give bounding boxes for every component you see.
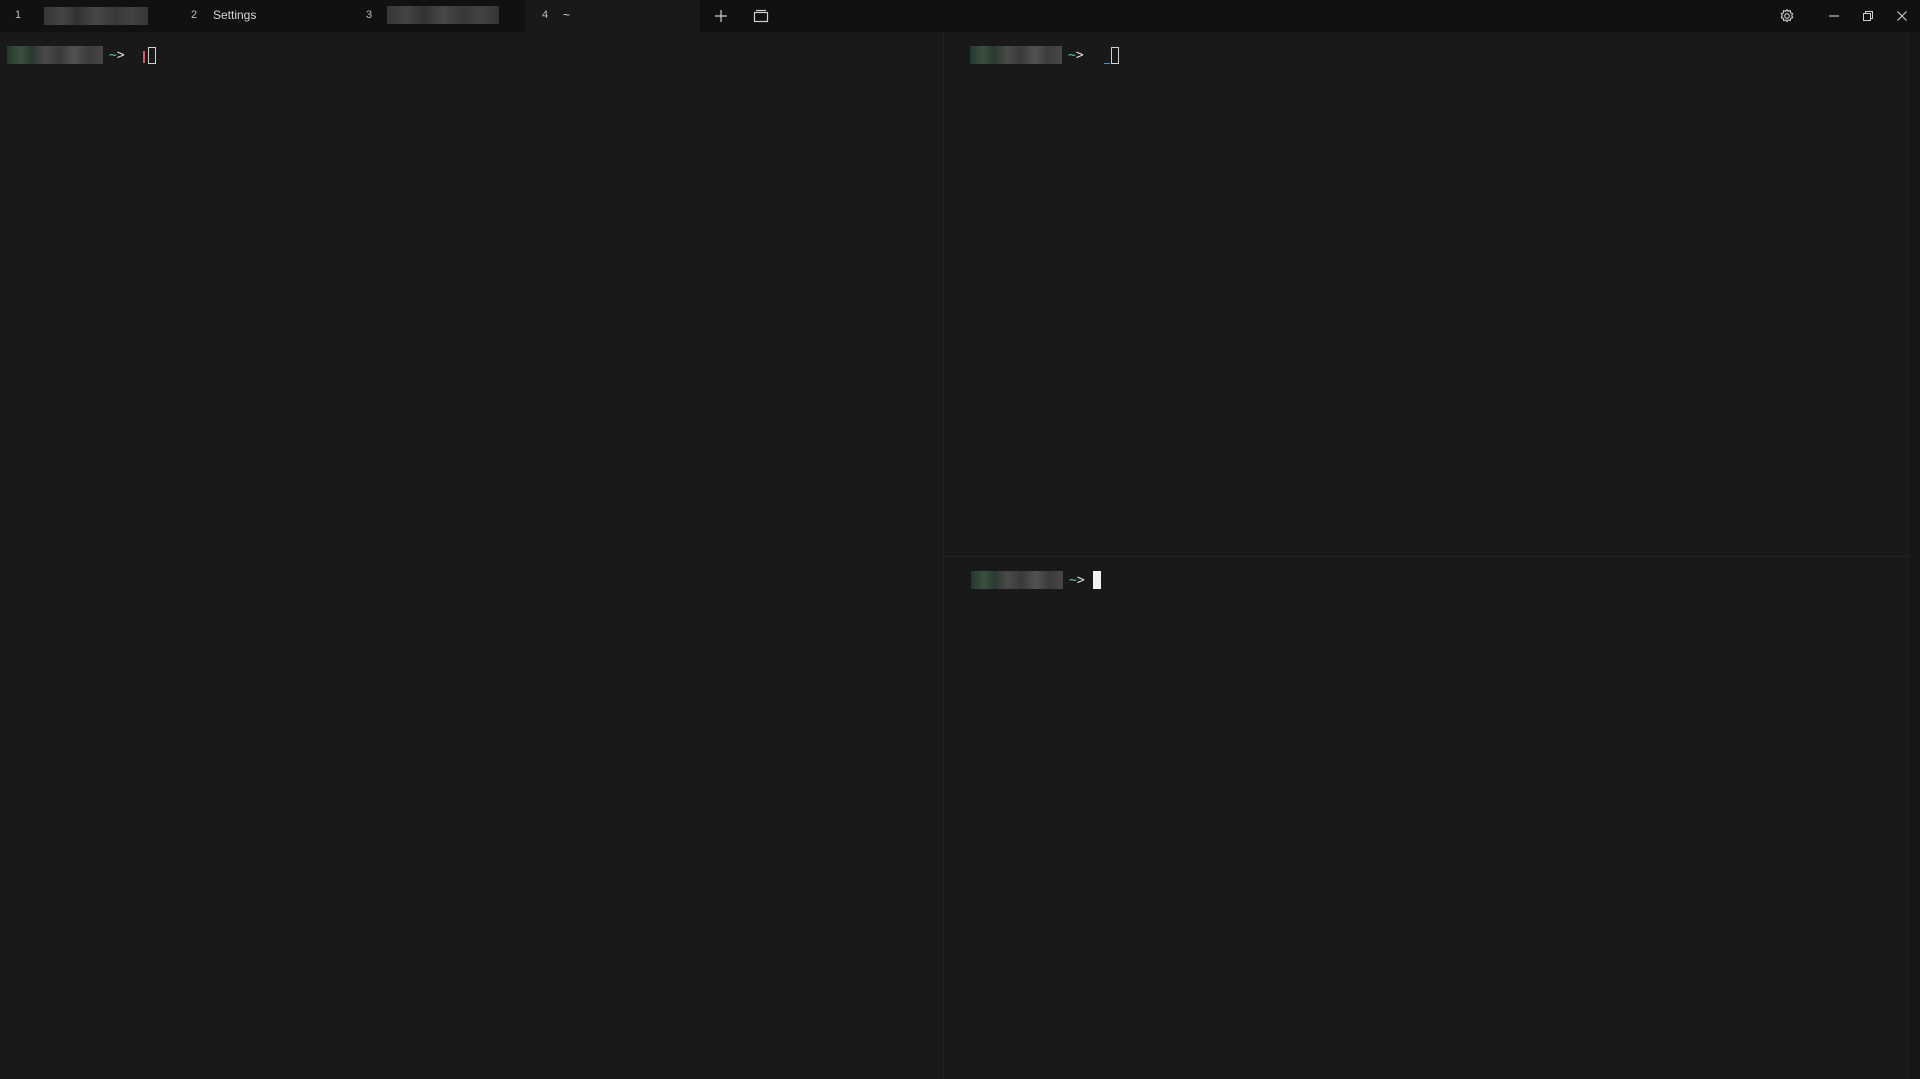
terminal-pane-right-top[interactable]: ~>	[944, 32, 1910, 556]
gear-icon	[1780, 8, 1794, 23]
tab-index: 3	[366, 9, 373, 21]
terminal-pane-right-bottom[interactable]: ~>	[944, 557, 1910, 1079]
restore-button[interactable]	[1848, 0, 1888, 32]
shell-prompt: ~>	[7, 45, 156, 65]
terminal-pane-left[interactable]: ~>	[0, 32, 943, 1079]
selection-marker	[1103, 62, 1110, 64]
scrollbar-track[interactable]	[1910, 32, 1920, 1079]
redacted-user-host	[971, 571, 1063, 589]
new-tab-button[interactable]	[701, 0, 741, 32]
settings-button[interactable]	[1767, 0, 1807, 32]
minimize-icon	[1829, 15, 1839, 17]
tab-overview-button[interactable]	[741, 0, 781, 32]
selection-marker	[142, 51, 145, 63]
terminal-window: 1 2 Settings 3 4 ~ ~> ~> ~>	[0, 0, 1920, 1079]
text-cursor	[147, 46, 156, 64]
close-icon	[1896, 11, 1907, 21]
plus-icon	[715, 10, 727, 22]
restore-icon	[1863, 11, 1873, 21]
text-cursor	[1092, 571, 1101, 589]
prompt-path: ~>	[1069, 572, 1085, 588]
prompt-path: ~>	[109, 47, 125, 63]
tab-index: 2	[191, 9, 198, 21]
redacted-tab-title	[44, 7, 148, 25]
redacted-user-host	[970, 46, 1062, 64]
redacted-tab-title	[387, 6, 499, 24]
prompt-path: ~>	[1068, 47, 1084, 63]
tab-4[interactable]: 4 ~	[525, 0, 700, 32]
shell-prompt: ~>	[971, 570, 1101, 590]
tab-index: 4	[542, 9, 549, 21]
text-cursor	[1110, 46, 1119, 64]
redacted-user-host	[7, 46, 103, 64]
window-stack-icon	[753, 9, 769, 23]
tab-title: Settings	[213, 8, 257, 22]
tab-1[interactable]: 1	[0, 0, 175, 32]
tab-3[interactable]: 3	[350, 0, 525, 32]
tab-index: 1	[15, 9, 22, 21]
title-bar: 1 2 Settings 3 4 ~	[0, 0, 1920, 32]
tab-2[interactable]: 2 Settings	[175, 0, 350, 32]
shell-prompt: ~>	[970, 45, 1119, 65]
close-button[interactable]	[1883, 0, 1920, 32]
tab-title: ~	[563, 8, 571, 22]
